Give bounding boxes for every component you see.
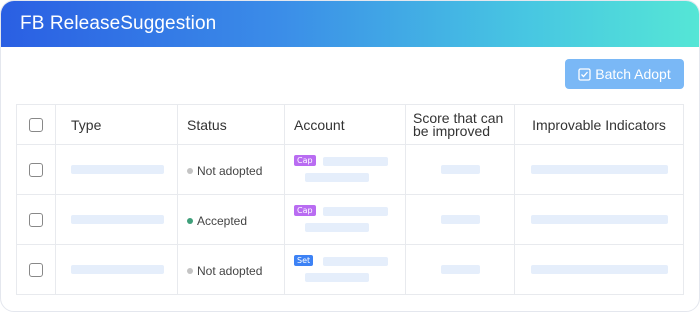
account-tag: Cap: [294, 155, 316, 166]
checklist-icon: [578, 67, 591, 81]
type-cell: [55, 245, 177, 294]
account-info: Cap: [285, 195, 405, 244]
score-cell: [405, 245, 514, 294]
status-dot: [187, 217, 193, 224]
page-title: FB ReleaseSuggestion: [20, 13, 217, 34]
column-header-account: Account: [284, 105, 405, 144]
table-row: Not adopted Cap: [17, 144, 683, 194]
suggestion-table: Type Status Account Score that can be im…: [16, 104, 684, 295]
account-id-placeholder: [305, 273, 369, 282]
batch-adopt-button[interactable]: Batch Adopt: [565, 59, 684, 89]
account-cell: Cap: [284, 195, 405, 244]
indicators-cell: [514, 145, 683, 194]
column-header-status: Status: [177, 105, 284, 144]
indicators-cell: [514, 245, 683, 294]
status-badge: Accepted: [187, 214, 247, 228]
batch-adopt-label: Batch Adopt: [595, 66, 671, 82]
indicators-placeholder: [530, 215, 668, 224]
status-dot: [187, 267, 193, 274]
account-name-placeholder: [323, 257, 388, 266]
type-placeholder: [71, 165, 164, 174]
score-placeholder: [440, 165, 480, 174]
account-info: Set: [285, 245, 405, 294]
status-badge: Not adopted: [187, 264, 262, 278]
status-text: Not adopted: [197, 263, 263, 278]
type-cell: [55, 145, 177, 194]
row-checkbox[interactable]: [29, 212, 43, 227]
row-checkbox[interactable]: [29, 162, 43, 177]
header-check-cell: [17, 105, 55, 144]
status-cell: Accepted: [177, 195, 284, 244]
account-info: Cap: [285, 145, 405, 194]
card-header: FB ReleaseSuggestion: [1, 1, 699, 47]
account-name-placeholder: [323, 207, 388, 216]
column-header-type: Type: [55, 105, 177, 144]
status-cell: Not adopted: [177, 145, 284, 194]
status-dot: [187, 167, 193, 174]
indicators-placeholder: [530, 265, 668, 274]
row-check-cell: [17, 195, 55, 244]
score-cell: [405, 195, 514, 244]
column-header-indicators: Improvable Indicators: [514, 105, 683, 144]
score-cell: [405, 145, 514, 194]
column-header-score: Score that can be improved: [405, 105, 514, 144]
status-cell: Not adopted: [177, 245, 284, 294]
select-all-checkbox[interactable]: [29, 117, 43, 132]
type-cell: [55, 195, 177, 244]
status-badge: Not adopted: [187, 164, 262, 178]
score-placeholder: [440, 265, 480, 274]
account-id-placeholder: [305, 173, 369, 182]
type-placeholder: [71, 265, 164, 274]
table-row: Not adopted Set: [17, 244, 683, 294]
score-placeholder: [440, 215, 480, 224]
status-text: Accepted: [197, 213, 248, 228]
account-id-placeholder: [305, 223, 369, 232]
account-tag: Set: [294, 255, 314, 266]
type-placeholder: [71, 215, 164, 224]
row-checkbox[interactable]: [29, 262, 43, 277]
account-name-placeholder: [323, 157, 388, 166]
indicators-cell: [514, 195, 683, 244]
status-text: Not adopted: [197, 163, 263, 178]
row-check-cell: [17, 145, 55, 194]
account-tag: Cap: [294, 205, 316, 216]
table-header-row: Type Status Account Score that can be im…: [17, 105, 683, 144]
account-cell: Set: [284, 245, 405, 294]
indicators-placeholder: [530, 165, 668, 174]
row-check-cell: [17, 245, 55, 294]
table-row: Accepted Cap: [17, 194, 683, 244]
account-cell: Cap: [284, 145, 405, 194]
